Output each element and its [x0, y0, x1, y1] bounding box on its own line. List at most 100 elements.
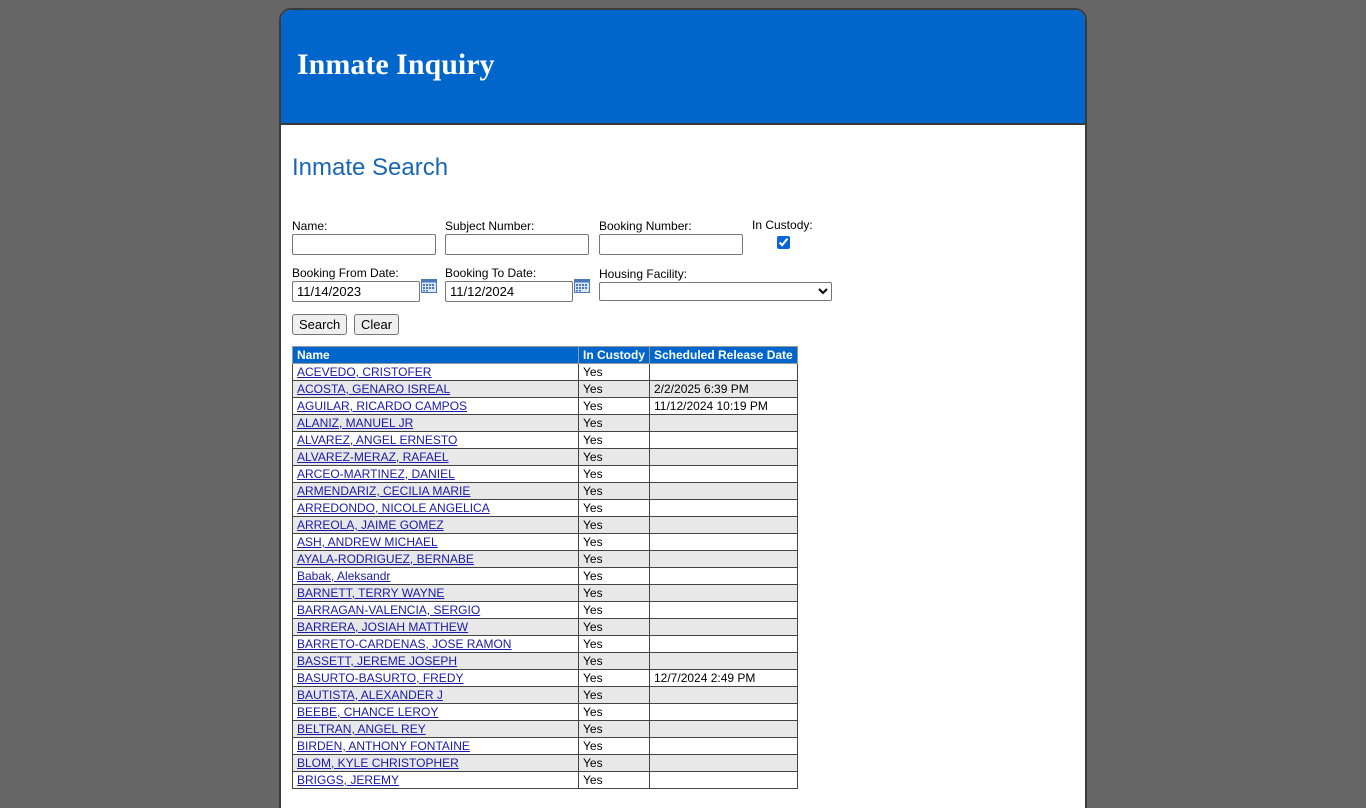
inmate-name-link[interactable]: BEEBE, CHANCE LEROY	[297, 705, 438, 719]
table-row: ARREDONDO, NICOLE ANGELICA Yes	[292, 499, 798, 517]
calendar-icon[interactable]	[421, 279, 437, 293]
column-header-name[interactable]: Name	[292, 346, 579, 364]
inmate-name-link[interactable]: BIRDEN, ANTHONY FONTAINE	[297, 739, 470, 753]
table-row: BEEBE, CHANCE LEROY Yes	[292, 703, 798, 721]
name-input[interactable]	[292, 234, 436, 255]
cell-release-date	[649, 754, 798, 772]
inmate-name-link[interactable]: BAUTISTA, ALEXANDER J	[297, 688, 443, 702]
inmate-name-link[interactable]: ALANIZ, MANUEL JR	[297, 416, 413, 430]
cell-in-custody: Yes	[578, 584, 650, 602]
cell-in-custody: Yes	[578, 363, 650, 381]
inmate-name-link[interactable]: ALVAREZ-MERAZ, RAFAEL	[297, 450, 449, 464]
cell-name: ASH, ANDREW MICHAEL	[292, 533, 579, 551]
cell-in-custody: Yes	[578, 516, 650, 534]
table-row: BAUTISTA, ALEXANDER J Yes	[292, 686, 798, 704]
inmate-name-link[interactable]: BARRETO-CARDENAS, JOSE RAMON	[297, 637, 511, 651]
inmate-name-link[interactable]: AGUILAR, RICARDO CAMPOS	[297, 399, 467, 413]
calendar-icon[interactable]	[574, 279, 590, 293]
cell-name: BARNETT, TERRY WAYNE	[292, 584, 579, 602]
table-row: AGUILAR, RICARDO CAMPOS Yes 11/12/2024 10:…	[292, 397, 798, 415]
cell-in-custody: Yes	[578, 482, 650, 500]
in-custody-checkbox[interactable]	[777, 236, 790, 249]
header-banner: Inmate Inquiry	[281, 10, 1085, 125]
cell-release-date	[649, 601, 798, 619]
cell-release-date	[649, 533, 798, 551]
inmate-name-link[interactable]: AYALA-RODRIGUEZ, BERNABE	[297, 552, 474, 566]
cell-name: ALVAREZ-MERAZ, RAFAEL	[292, 448, 579, 466]
inmate-name-link[interactable]: ALVAREZ, ANGEL ERNESTO	[297, 433, 457, 447]
inmate-name-link[interactable]: ARREOLA, JAIME GOMEZ	[297, 518, 444, 532]
cell-release-date	[649, 703, 798, 721]
inmate-name-link[interactable]: Babak, Aleksandr	[297, 569, 390, 583]
cell-name: ALANIZ, MANUEL JR	[292, 414, 579, 432]
in-custody-label: In Custody:	[752, 218, 813, 232]
cell-in-custody: Yes	[578, 533, 650, 551]
inmate-name-link[interactable]: ASH, ANDREW MICHAEL	[297, 535, 438, 549]
cell-name: BELTRAN, ANGEL REY	[292, 720, 579, 738]
inmate-name-link[interactable]: BRIGGS, JEREMY	[297, 773, 399, 787]
clear-button[interactable]: Clear	[354, 314, 400, 335]
cell-name: ACEVEDO, CRISTOFER	[292, 363, 579, 381]
page-container: Inmate Inquiry Inmate Search Name: Subje…	[279, 8, 1087, 808]
cell-name: BAUTISTA, ALEXANDER J	[292, 686, 579, 704]
booking-from-date-label: Booking From Date:	[292, 266, 399, 280]
table-row: ALANIZ, MANUEL JR Yes	[292, 414, 798, 432]
cell-in-custody: Yes	[578, 737, 650, 755]
cell-release-date	[649, 635, 798, 653]
inmate-name-link[interactable]: ACOSTA, GENARO ISREAL	[297, 382, 450, 396]
table-row: ARMENDARIZ, CECILIA MARIE Yes	[292, 482, 798, 500]
cell-release-date	[649, 771, 798, 789]
booking-to-date-input[interactable]	[445, 281, 573, 302]
cell-release-date	[649, 465, 798, 483]
cell-name: ARCEO-MARTINEZ, DANIEL	[292, 465, 579, 483]
housing-facility-select[interactable]	[599, 282, 832, 301]
cell-release-date	[649, 618, 798, 636]
cell-release-date	[649, 584, 798, 602]
search-button[interactable]: Search	[292, 314, 348, 335]
cell-in-custody: Yes	[578, 601, 650, 619]
cell-name: BARRERA, JOSIAH MATTHEW	[292, 618, 579, 636]
booking-to-date-label: Booking To Date:	[445, 266, 537, 280]
column-header-release-date[interactable]: Scheduled Release Date	[649, 346, 798, 364]
table-row: ALVAREZ, ANGEL ERNESTO Yes	[292, 431, 798, 449]
column-header-in-custody[interactable]: In Custody	[578, 346, 650, 364]
section-title: Inmate Search	[292, 154, 449, 181]
cell-release-date	[649, 686, 798, 704]
results-table-body: ACEVEDO, CRISTOFER Yes ACOSTA, GENARO ISRE…	[292, 363, 798, 789]
cell-release-date	[649, 414, 798, 432]
cell-name: BASSETT, JEREME JOSEPH	[292, 652, 579, 670]
table-row: AYALA-RODRIGUEZ, BERNABE Yes	[292, 550, 798, 568]
cell-name: BIRDEN, ANTHONY FONTAINE	[292, 737, 579, 755]
cell-release-date	[649, 499, 798, 517]
cell-release-date	[649, 448, 798, 466]
cell-name: ALVAREZ, ANGEL ERNESTO	[292, 431, 579, 449]
table-row: Babak, Aleksandr Yes	[292, 567, 798, 585]
inmate-name-link[interactable]: ARCEO-MARTINEZ, DANIEL	[297, 467, 455, 481]
inmate-name-link[interactable]: ARMENDARIZ, CECILIA MARIE	[297, 484, 470, 498]
booking-from-date-input[interactable]	[292, 281, 420, 302]
cell-release-date	[649, 720, 798, 738]
booking-number-label: Booking Number:	[599, 219, 692, 233]
inmate-name-link[interactable]: ARREDONDO, NICOLE ANGELICA	[297, 501, 490, 515]
name-label: Name:	[292, 219, 328, 233]
cell-name: BARRETO-CARDENAS, JOSE RAMON	[292, 635, 579, 653]
subject-number-input[interactable]	[445, 234, 589, 255]
cell-name: BEEBE, CHANCE LEROY	[292, 703, 579, 721]
cell-name: ARREOLA, JAIME GOMEZ	[292, 516, 579, 534]
cell-release-date	[649, 567, 798, 585]
cell-in-custody: Yes	[578, 550, 650, 568]
inmate-name-link[interactable]: ACEVEDO, CRISTOFER	[297, 365, 431, 379]
booking-number-input[interactable]	[599, 234, 743, 255]
cell-in-custody: Yes	[578, 652, 650, 670]
inmate-name-link[interactable]: BARRERA, JOSIAH MATTHEW	[297, 620, 468, 634]
inmate-name-link[interactable]: BASURTO-BASURTO, FREDY	[297, 671, 463, 685]
table-row: ACEVEDO, CRISTOFER Yes	[292, 363, 798, 381]
cell-in-custody: Yes	[578, 397, 650, 415]
inmate-name-link[interactable]: BARNETT, TERRY WAYNE	[297, 586, 444, 600]
inmate-name-link[interactable]: BARRAGAN-VALENCIA, SERGIO	[297, 603, 480, 617]
to-date-field-group: Booking To Date:	[445, 266, 590, 302]
inmate-name-link[interactable]: BASSETT, JEREME JOSEPH	[297, 654, 457, 668]
inmate-name-link[interactable]: BELTRAN, ANGEL REY	[297, 722, 426, 736]
cell-release-date	[649, 550, 798, 568]
subject-number-label: Subject Number:	[445, 219, 535, 233]
